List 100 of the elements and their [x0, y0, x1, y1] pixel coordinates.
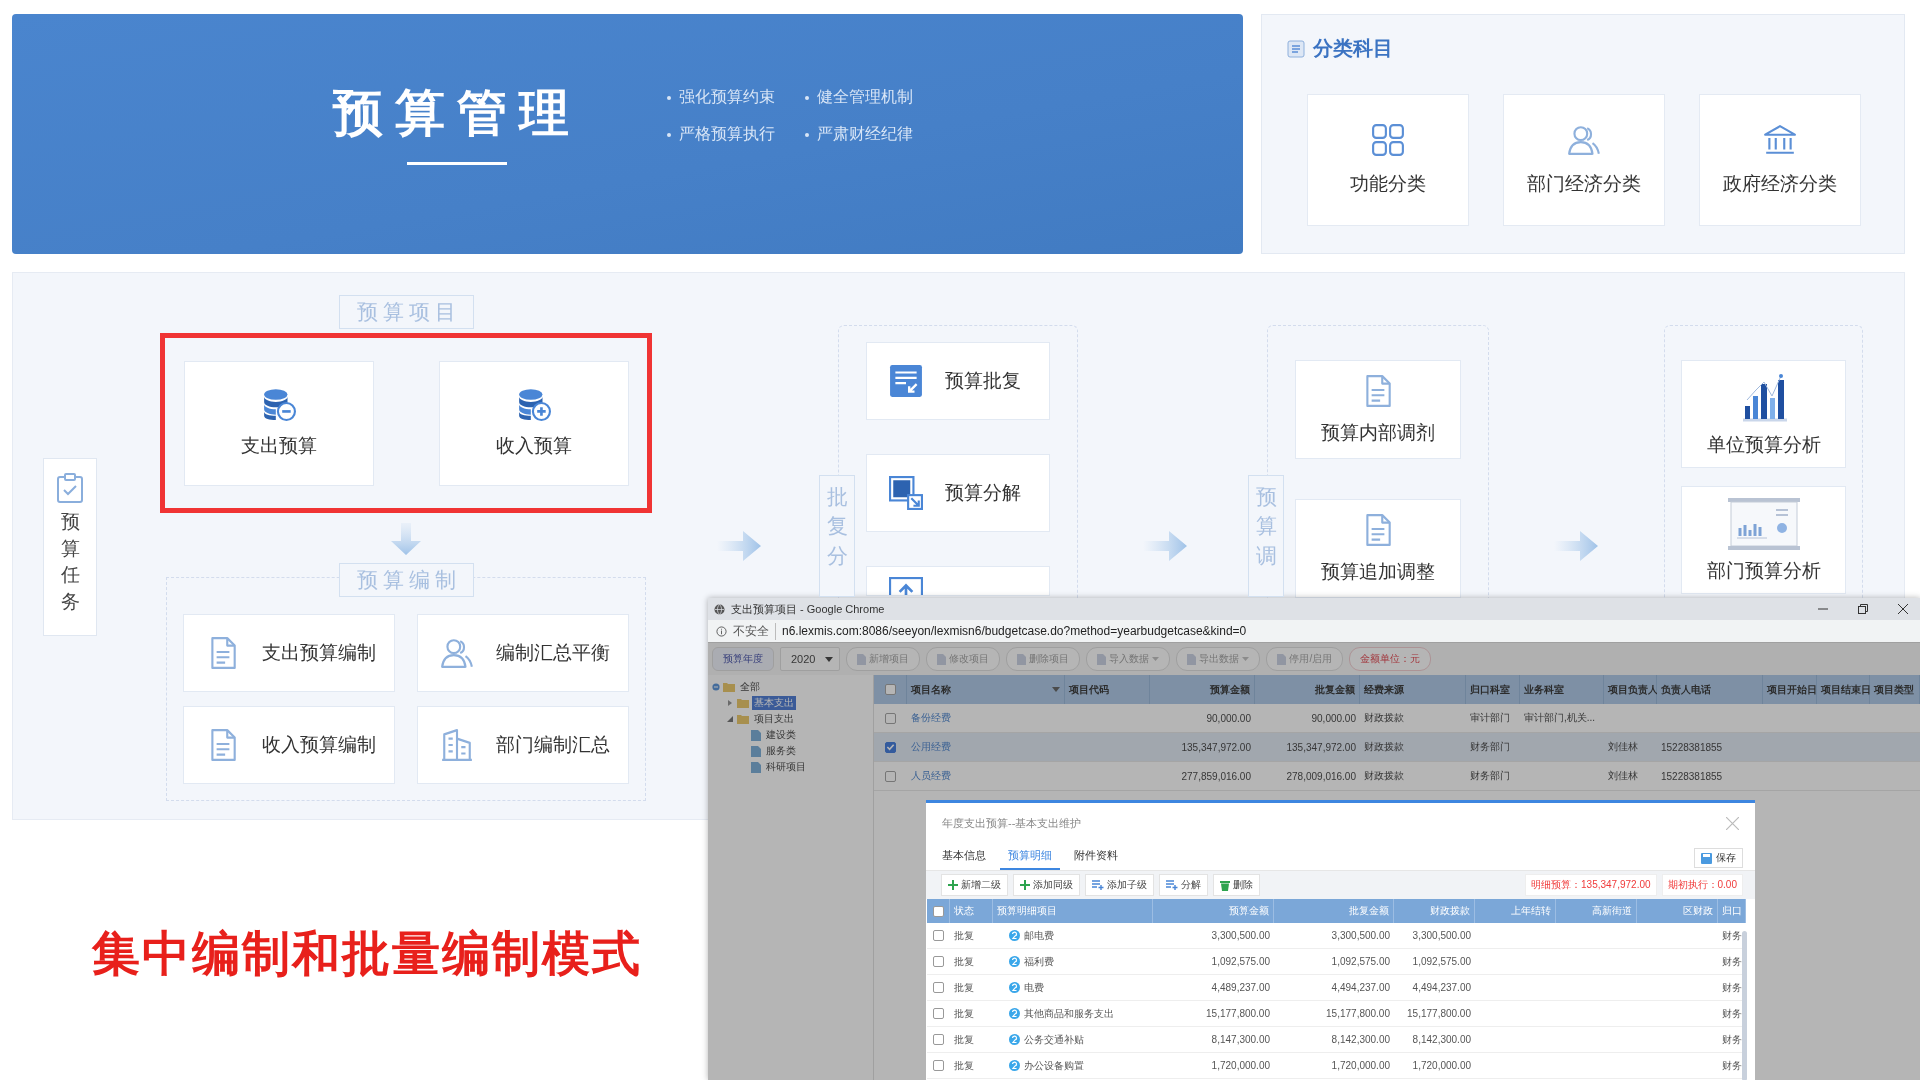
table-cell: 1,720,000.00 [1211, 1060, 1270, 1071]
checkbox[interactable] [885, 712, 896, 724]
category-card[interactable]: 政府经济分类 [1699, 94, 1861, 226]
column-header[interactable]: 预算金额 [1153, 899, 1274, 923]
flow-card[interactable]: 预算追加调整 [1295, 499, 1461, 598]
toolbar-button[interactable]: 删除 [1213, 874, 1260, 896]
caret-icon [825, 656, 834, 662]
table-cell: 277,859,016.00 [1150, 762, 1255, 791]
building-icon [440, 728, 474, 762]
flow-card[interactable] [866, 566, 1050, 596]
split-icon [889, 476, 923, 510]
toolbar-button[interactable]: 添加子级 [1085, 874, 1154, 896]
column-header[interactable]: 预算明细项目 [993, 899, 1153, 923]
table-cell: 财政拨款 [1360, 733, 1466, 762]
tree-item[interactable]: 服务类 [764, 744, 798, 758]
checkbox[interactable] [885, 741, 896, 753]
tree-item[interactable]: 项目支出 [752, 712, 796, 726]
column-header[interactable]: 业务科室 [1520, 675, 1604, 704]
column-header[interactable]: 高新街道 [1556, 899, 1637, 923]
tab[interactable]: 基本信息 [934, 848, 994, 870]
category-card[interactable]: 部门经济分类 [1503, 94, 1665, 226]
save-button[interactable]: 保存 [1694, 848, 1743, 868]
close-icon[interactable] [1898, 604, 1908, 614]
checkbox[interactable] [933, 1008, 944, 1019]
address-bar[interactable]: 不安全 n6.lexmis.com:8086/seeyon/lexmisn6/budgetcase.do?method=yearbudgetcase&kind=0 [708, 620, 1920, 643]
flow-card[interactable]: 预算分解 [866, 454, 1050, 532]
url-text: n6.lexmis.com:8086/seeyon/lexmisn6/budgetcase.do?method=yearbudgetcase&kind=0 [782, 624, 1247, 638]
checkbox[interactable] [933, 956, 944, 967]
table-cell: 财务 [1722, 980, 1742, 995]
tree-item[interactable]: 全部 [738, 680, 762, 694]
folder-icon [737, 698, 749, 708]
column-header[interactable]: 项目负责人 [1604, 675, 1657, 704]
section-label: 批复分 [819, 475, 855, 597]
scrollbar[interactable] [1742, 931, 1747, 1080]
flow-card[interactable]: 收入预算编制 [183, 706, 395, 784]
checkbox[interactable] [933, 930, 944, 941]
restore-icon[interactable] [1858, 604, 1868, 614]
slogan: 强化预算约束 [667, 87, 775, 108]
checkbox[interactable] [885, 770, 896, 782]
toolbar-button[interactable]: 新增二级 [941, 874, 1008, 896]
flow-card[interactable]: 单位预算分析 [1681, 360, 1846, 468]
toolbar-button[interactable]: 分解 [1159, 874, 1208, 896]
flow-card[interactable]: 收入预算 [438, 360, 629, 486]
checkbox[interactable] [933, 1060, 944, 1071]
flow-card[interactable]: 支出预算 [183, 360, 374, 486]
category-card[interactable]: 功能分类 [1307, 94, 1469, 226]
flow-card[interactable]: 预算批复 [866, 342, 1050, 420]
table-cell: 刘佳林 [1604, 762, 1657, 791]
column-header[interactable]: 项目类型 [1870, 675, 1920, 704]
flow-card[interactable]: 编制汇总平衡 [417, 614, 629, 692]
flow-card[interactable]: 支出预算编制 [183, 614, 395, 692]
task-card[interactable]: 预算任务 [43, 458, 97, 636]
collapsed-icon[interactable] [727, 700, 733, 706]
table-cell: 8,147,300.00 [1211, 1034, 1270, 1045]
table-cell: 8,142,300.00 [1412, 1034, 1471, 1045]
flow-card[interactable]: 预算内部调剂 [1295, 360, 1461, 459]
year-select[interactable]: 2020 [780, 647, 841, 671]
column-header[interactable]: 负责人电话 [1657, 675, 1763, 704]
column-header[interactable]: 项目名称 [907, 675, 1065, 704]
column-header[interactable]: 归口科室 [1466, 675, 1520, 704]
document-icon [1017, 653, 1027, 665]
column-header[interactable]: 状态 [950, 899, 993, 923]
column-header[interactable]: 批复金额 [1255, 675, 1360, 704]
toolbar-button[interactable]: 添加同级 [1013, 874, 1080, 896]
tree-item[interactable]: 科研项目 [764, 760, 808, 774]
total-label: 明细预算：135,347,972.00 [1525, 874, 1657, 896]
column-header[interactable]: 上年结转 [1475, 899, 1556, 923]
column-header[interactable]: 归口 [1718, 899, 1746, 923]
column-header[interactable]: 批复金额 [1274, 899, 1394, 923]
tab[interactable]: 附件资料 [1066, 848, 1126, 870]
checkbox[interactable] [933, 982, 944, 993]
table-cell: 财政拨款 [1360, 762, 1466, 791]
toolbar-button[interactable]: 预算年度 [712, 647, 774, 671]
collapse-icon[interactable] [712, 682, 720, 692]
column-header[interactable]: 项目代码 [1065, 675, 1150, 704]
checkbox[interactable] [884, 684, 896, 695]
item-icon [1009, 930, 1020, 941]
checkbox[interactable] [933, 1034, 944, 1045]
column-header[interactable]: 财政拨款 [1394, 899, 1475, 923]
checkbox[interactable] [932, 905, 944, 917]
flow-card[interactable]: 部门预算分析 [1681, 486, 1846, 594]
column-header[interactable]: 区财政 [1637, 899, 1718, 923]
table-cell: 8,142,300.00 [1331, 1034, 1390, 1045]
table-cell[interactable]: 人员经费 [907, 762, 1065, 791]
table-cell: 3,300,500.00 [1331, 930, 1390, 941]
table-cell: 其他商品和服务支出 [1024, 1006, 1114, 1021]
table-cell[interactable]: 公用经费 [907, 733, 1065, 762]
tree-item[interactable]: 基本支出 [752, 696, 796, 710]
table-cell: 财务 [1722, 954, 1742, 969]
people-icon [1567, 123, 1601, 157]
flow-card[interactable]: 部门编制汇总 [417, 706, 629, 784]
tree-item[interactable]: 建设类 [764, 728, 798, 742]
banner-title: 预算管理 [333, 80, 581, 164]
caret-icon[interactable] [1052, 687, 1060, 692]
table-cell: 电费 [1024, 980, 1044, 995]
column-header[interactable]: 预算金额 [1150, 675, 1255, 704]
column-header[interactable]: 经费来源 [1360, 675, 1466, 704]
column-header[interactable]: 项目开始日 [1763, 675, 1817, 704]
expanded-icon[interactable] [727, 716, 733, 722]
column-header[interactable]: 项目结束日 [1817, 675, 1870, 704]
